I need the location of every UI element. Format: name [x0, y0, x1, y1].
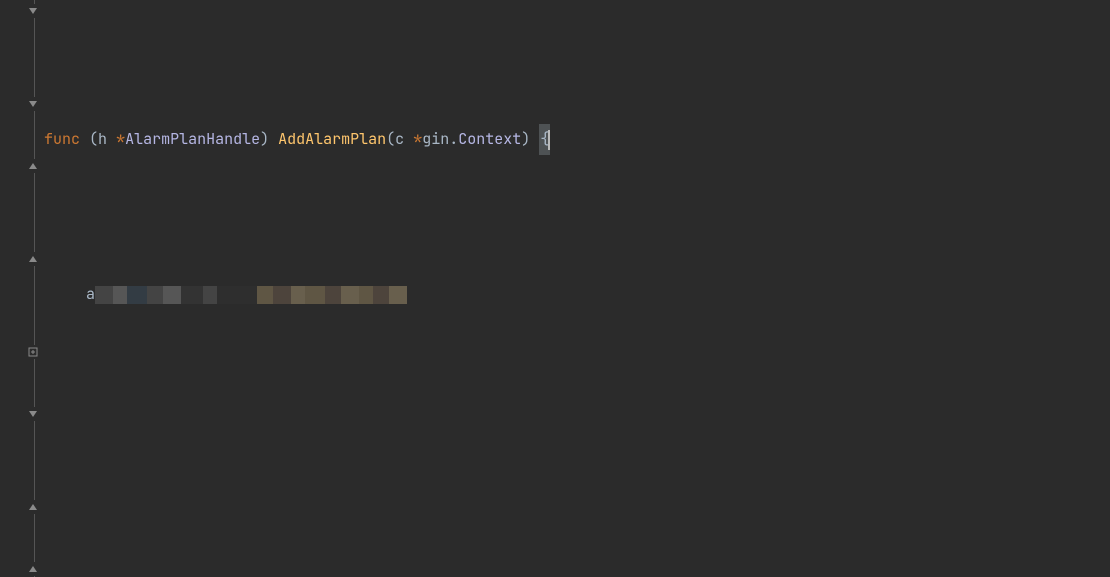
- punct: ): [260, 124, 269, 155]
- dot: .: [449, 124, 458, 155]
- code-editor[interactable]: func (h *AlarmPlanHandle) AddAlarmPlan(c…: [0, 0, 1110, 577]
- ident: a: [86, 279, 95, 310]
- punct: (: [386, 124, 395, 155]
- gutter: [0, 0, 44, 577]
- caret: [548, 130, 550, 150]
- star: *: [116, 124, 125, 155]
- pkg: gin: [422, 124, 449, 155]
- fold-end-icon[interactable]: [26, 159, 40, 173]
- type-name: Context: [458, 124, 521, 155]
- code-line-blank[interactable]: [44, 434, 1110, 465]
- ident: h: [98, 124, 107, 155]
- star: *: [413, 124, 422, 155]
- fold-line: [34, 0, 35, 577]
- punct: [107, 124, 116, 155]
- func-name: AddAlarmPlan: [278, 124, 386, 155]
- fold-collapse-icon[interactable]: [26, 4, 40, 18]
- fold-collapse-icon[interactable]: [26, 407, 40, 421]
- fold-expand-icon[interactable]: [26, 345, 40, 359]
- punct: (: [80, 124, 98, 155]
- code-line[interactable]: a: [44, 279, 1110, 310]
- fold-end-icon[interactable]: [26, 562, 40, 576]
- punct: [404, 124, 413, 155]
- type-name: AlarmPlanHandle: [125, 124, 260, 155]
- ident: c: [395, 124, 404, 155]
- keyword-func: func: [44, 124, 80, 155]
- code-line[interactable]: func (h *AlarmPlanHandle) AddAlarmPlan(c…: [44, 124, 1110, 155]
- fold-end-icon[interactable]: [26, 500, 40, 514]
- fold-end-icon[interactable]: [26, 252, 40, 266]
- spacer: [269, 124, 278, 155]
- punct: ): [521, 124, 539, 155]
- fold-collapse-icon[interactable]: [26, 97, 40, 111]
- code-area[interactable]: func (h *AlarmPlanHandle) AddAlarmPlan(c…: [44, 0, 1110, 577]
- redacted-content: [95, 284, 407, 306]
